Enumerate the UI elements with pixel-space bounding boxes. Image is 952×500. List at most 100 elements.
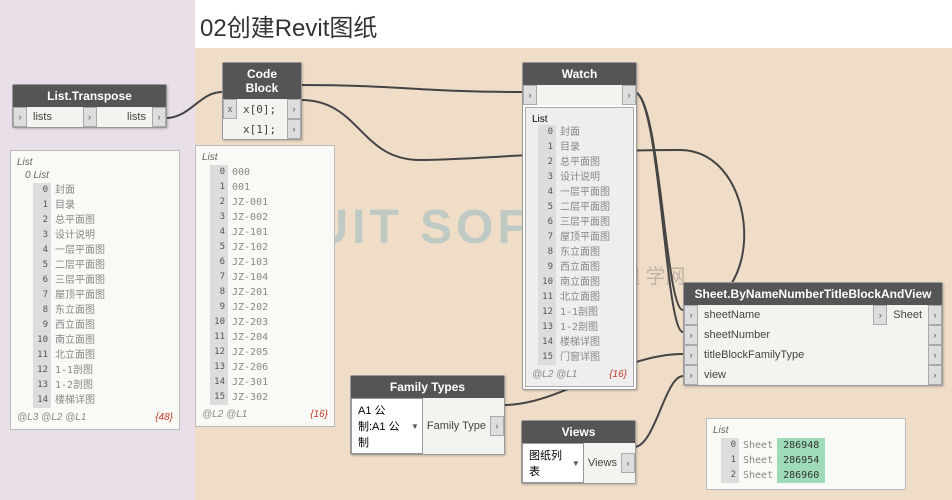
port-in[interactable]: x xyxy=(223,99,237,119)
node-code-block[interactable]: Code Block x x[0]; › x[1]; › xyxy=(222,62,302,140)
node-family-types[interactable]: Family Types A1 公制:A1 公制 ▼ Family Type › xyxy=(350,375,505,455)
watch-body: List 0封面1目录2总平面图3设计说明4一层平面图5二层平面图6三层平面图7… xyxy=(525,107,634,387)
list-index: 13 xyxy=(538,320,556,335)
page-title: 02创建Revit图纸 xyxy=(200,8,377,43)
list-index: 11 xyxy=(210,330,228,345)
port-out[interactable]: › xyxy=(621,453,635,473)
views-dropdown[interactable]: 图纸列表 ▼ xyxy=(522,443,584,483)
list-label: Sheet xyxy=(743,438,773,453)
node-header: Watch xyxy=(523,63,636,85)
level-label: @L3 @L2 @L1 xyxy=(17,412,86,423)
port-label-in: sheetNumber xyxy=(698,326,928,344)
list-index: 3 xyxy=(538,170,556,185)
node-header: Sheet.ByNameNumberTitleBlockAndView xyxy=(684,283,942,305)
list-index: 7 xyxy=(33,288,51,303)
list-value: JZ-301 xyxy=(232,375,268,390)
list-index: 3 xyxy=(33,228,51,243)
list-index: 12 xyxy=(33,363,51,378)
list-value: 东立面图 xyxy=(560,245,600,260)
list-index: 11 xyxy=(538,290,556,305)
port-in[interactable]: › xyxy=(523,85,537,105)
list-index: 6 xyxy=(538,215,556,230)
list-index: 15 xyxy=(210,390,228,405)
family-dropdown[interactable]: A1 公制:A1 公制 ▼ xyxy=(351,398,423,454)
list-value: 屋顶平面图 xyxy=(55,288,105,303)
list-value: JZ-104 xyxy=(232,270,268,285)
list-index: 1 xyxy=(538,140,556,155)
list-index: 4 xyxy=(210,225,228,240)
list-value: JZ-206 xyxy=(232,360,268,375)
list-index: 6 xyxy=(210,255,228,270)
list-value: JZ-202 xyxy=(232,300,268,315)
node-sheet[interactable]: Sheet.ByNameNumberTitleBlockAndView ›she… xyxy=(683,282,943,386)
list-value: JZ-302 xyxy=(232,390,268,405)
list-label: Sheet xyxy=(743,453,773,468)
port-in[interactable]: › xyxy=(684,325,698,345)
port-out[interactable]: › xyxy=(287,119,301,139)
list-value: 门窗详图 xyxy=(560,350,600,365)
list-value: JZ-205 xyxy=(232,345,268,360)
port-out[interactable]: › xyxy=(490,416,504,436)
chevron-icon[interactable]: › xyxy=(873,305,887,325)
list-index: 10 xyxy=(538,275,556,290)
list-value: 封面 xyxy=(560,125,580,140)
port-out[interactable]: › xyxy=(152,107,166,127)
chevron-down-icon: ▼ xyxy=(408,422,422,431)
list-index: 13 xyxy=(210,360,228,375)
list-index: 0 xyxy=(538,125,556,140)
chevron-icon[interactable]: › xyxy=(928,325,942,345)
code-line: x[1]; xyxy=(237,120,287,139)
preview-header: List xyxy=(202,152,328,163)
sheet-id: 286954 xyxy=(777,453,825,468)
list-value: 二层平面图 xyxy=(560,200,610,215)
count-label: {48} xyxy=(155,412,173,423)
port-label-out: Sheet xyxy=(887,306,928,324)
list-value: 三层平面图 xyxy=(55,273,105,288)
list-index: 4 xyxy=(538,185,556,200)
node-list-transpose[interactable]: List.Transpose › lists › lists › xyxy=(12,84,167,128)
list-index: 8 xyxy=(538,245,556,260)
list-index: 8 xyxy=(33,303,51,318)
chevron-icon[interactable]: › xyxy=(83,107,97,127)
list-value: 南立面图 xyxy=(560,275,600,290)
list-value: 1-2剖图 xyxy=(55,378,93,393)
preview-codeblock: List 000010012JZ-0013JZ-0024JZ-1015JZ-10… xyxy=(195,145,335,427)
sheet-id: 286948 xyxy=(777,438,825,453)
list-value: 封面 xyxy=(55,183,75,198)
list-index: 12 xyxy=(210,345,228,360)
port-out[interactable]: › xyxy=(928,305,942,325)
port-in[interactable]: › xyxy=(13,107,27,127)
port-label-in: sheetName xyxy=(698,306,873,324)
list-index: 1 xyxy=(721,453,739,468)
port-out[interactable]: › xyxy=(622,85,636,105)
node-header: Views xyxy=(522,421,635,443)
list-value: 楼梯详图 xyxy=(55,393,95,408)
port-label-out: Family Type xyxy=(423,417,490,435)
dropdown-value: 图纸列表 xyxy=(523,444,569,482)
node-header: Code Block xyxy=(223,63,301,99)
port-in[interactable]: › xyxy=(684,365,698,385)
list-value: 总平面图 xyxy=(560,155,600,170)
list-index: 9 xyxy=(210,300,228,315)
list-index: 1 xyxy=(210,180,228,195)
list-index: 6 xyxy=(33,273,51,288)
list-value: JZ-001 xyxy=(232,195,268,210)
chevron-icon[interactable]: › xyxy=(928,345,942,365)
node-watch[interactable]: Watch › › List 0封面1目录2总平面图3设计说明4一层平面图5二层… xyxy=(522,62,637,390)
list-value: JZ-101 xyxy=(232,225,268,240)
list-value: 楼梯详图 xyxy=(560,335,600,350)
list-index: 0 xyxy=(210,165,228,180)
list-index: 14 xyxy=(538,335,556,350)
preview-header: List xyxy=(532,114,627,125)
list-index: 13 xyxy=(33,378,51,393)
port-in[interactable]: › xyxy=(684,345,698,365)
preview-subheader: 0 List xyxy=(25,170,173,181)
port-out[interactable]: › xyxy=(287,99,301,119)
port-in[interactable]: › xyxy=(684,305,698,325)
list-value: 目录 xyxy=(55,198,75,213)
chevron-icon[interactable]: › xyxy=(928,365,942,385)
level-label: @L2 @L1 xyxy=(532,369,577,380)
node-views[interactable]: Views 图纸列表 ▼ Views › xyxy=(521,420,636,484)
list-label: Sheet xyxy=(743,468,773,483)
port-label-in: titleBlockFamilyType xyxy=(698,346,928,364)
